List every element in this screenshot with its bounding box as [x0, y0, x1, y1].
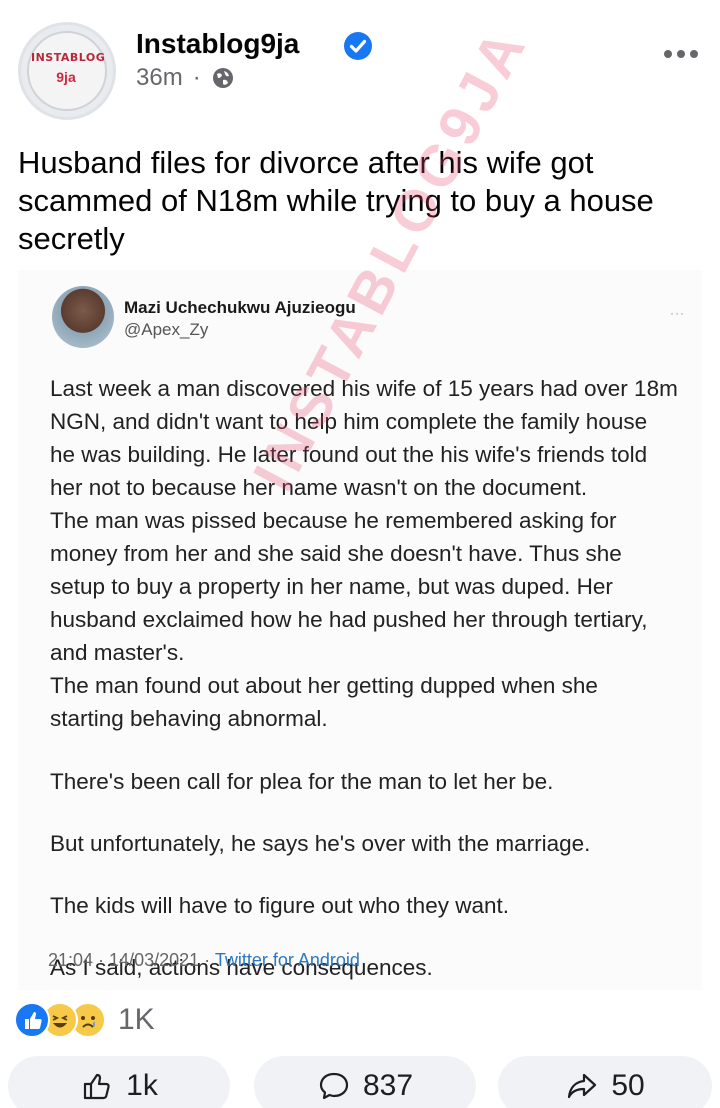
page-name[interactable]: Instablog9ja [136, 28, 299, 60]
tweet-footer: 21:04 · 14/03/2021 · Twitter for Android [48, 950, 360, 971]
tweet-image[interactable]: Mazi Uchechukwu Ajuzieogu @Apex_Zy ··· L… [18, 270, 702, 990]
verified-badge-icon [344, 32, 372, 60]
share-count: 50 [611, 1069, 645, 1102]
tweet-text-line: and master's. [50, 640, 185, 665]
tweet-text-line: Last week a man discovered his wife of 1… [50, 376, 678, 401]
dot-icon [677, 50, 685, 58]
tweet-text-line: There's been call for plea for the man t… [50, 769, 554, 794]
globe-icon [212, 68, 233, 88]
meta-separator: · [192, 64, 201, 91]
post-header: INSTABLOG 9ja Instablog9ja 36m · [0, 0, 720, 120]
action-bar: 1k 837 50 [0, 1056, 720, 1108]
tweet-source: Twitter for Android [214, 950, 360, 970]
tweet-author-avatar [52, 286, 114, 348]
share-icon [568, 1073, 597, 1099]
post-text: Husband files for divorce after his wife… [18, 145, 654, 256]
tweet-text-line: The man was pissed because he remembered… [50, 508, 617, 533]
post-meta: 36m · [136, 64, 235, 92]
tweet-text-line: setup to buy a property in her name, but… [50, 574, 613, 599]
tweet-body: Last week a man discovered his wife of 1… [50, 372, 700, 984]
dot-icon [664, 50, 672, 58]
tweet-more-icon: ··· [670, 306, 685, 320]
reactions-summary[interactable]: 1K [14, 1000, 155, 1040]
tweet-text-line: The man found out about her getting dupp… [50, 673, 598, 698]
tweet-timestamp: 21:04 · 14/03/2021 · [48, 950, 215, 970]
dot-icon [690, 50, 698, 58]
thumbs-up-icon [84, 1073, 110, 1100]
more-options-button[interactable] [664, 44, 704, 64]
avatar-logo-number: 9ja [56, 69, 76, 85]
tweet-text-line: The kids will have to figure out who the… [50, 893, 509, 918]
like-count: 1k [126, 1069, 158, 1102]
post-time[interactable]: 36m [136, 64, 183, 92]
page-avatar[interactable]: INSTABLOG 9ja [18, 22, 116, 120]
reaction-count[interactable]: 1K [118, 1003, 155, 1037]
share-button[interactable]: 50 [498, 1056, 712, 1108]
tweet-text-line: money from her and she said she doesn't … [50, 541, 622, 566]
tweet-text-line: husband exclaimed how he had pushed her … [50, 607, 648, 632]
tweet-text-line: But unfortunately, he says he's over wit… [50, 831, 591, 856]
tweet-text-line: her not to because her name wasn't on th… [50, 475, 588, 500]
tweet-author-name: Mazi Uchechukwu Ajuzieogu [124, 298, 356, 317]
avatar-logo-text: INSTABLOG [31, 51, 106, 64]
comment-button[interactable]: 837 [254, 1056, 476, 1108]
like-reaction-icon [14, 1002, 50, 1038]
tweet-author-handle: @Apex_Zy [124, 320, 209, 339]
tweet-text-line: NGN, and didn't want to help him complet… [50, 409, 648, 434]
tweet-text-line: starting behaving abnormal. [50, 706, 328, 731]
comment-count: 837 [362, 1069, 414, 1102]
tweet-text-line: he was building. He later found out the … [50, 442, 648, 467]
like-button[interactable]: 1k [8, 1056, 230, 1108]
comment-icon [319, 1072, 349, 1100]
